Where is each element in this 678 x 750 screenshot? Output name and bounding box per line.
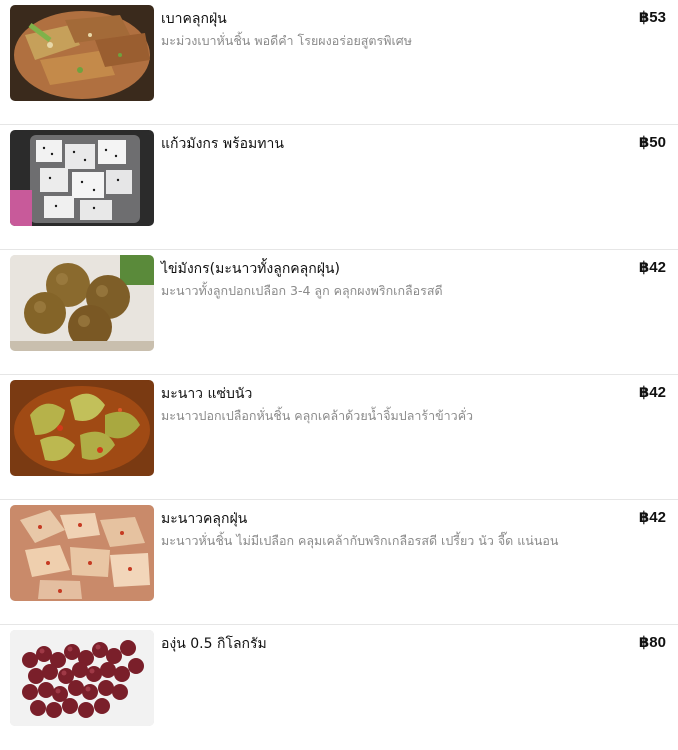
menu-item[interactable]: แก้วมังกร พร้อมทาน ฿50 [0, 125, 678, 250]
item-name: แก้วมังกร พร้อมทาน [161, 136, 284, 152]
menu-item[interactable]: มะนาวคลุกฝุ่น มะนาวหั่นชิ้น ไม่มีเปลือก … [0, 500, 678, 625]
item-name: องุ่น 0.5 กิโลกรัม [161, 636, 267, 652]
dragon-fruit-photo [10, 130, 154, 226]
mango-with-spice-photo [10, 5, 154, 101]
chili-lime-slices-photo [10, 505, 154, 601]
menu-item[interactable]: มะนาว แซ่บนัว มะนาวปอกเปลือกหั่นชิ้น คลุ… [0, 375, 678, 500]
red-grapes-photo [10, 630, 154, 726]
item-name: ไข่มังกร(มะนาวทั้งลูกคลุกฝุ่น) [161, 261, 340, 277]
item-name: มะนาวคลุกฝุ่น [161, 511, 248, 527]
item-price: ฿53 [638, 9, 666, 26]
lime-in-sauce-photo [10, 380, 154, 476]
item-description: มะนาวหั่นชิ้น ไม่มีเปลือก คลุมเคล้ากับพร… [161, 533, 559, 548]
menu-item[interactable]: เบาคลุกฝุ่น มะม่วงเบาหั่นชิ้น พอดีคำ โรย… [0, 0, 678, 125]
item-price: ฿42 [638, 384, 666, 401]
item-price: ฿42 [638, 259, 666, 276]
item-description: มะนาวปอกเปลือกหั่นชิ้น คลุกเคล้าด้วยน้ำจ… [161, 408, 474, 423]
spiced-lime-balls-photo [10, 255, 154, 351]
item-price: ฿50 [638, 134, 666, 151]
menu-item[interactable]: ไข่มังกร(มะนาวทั้งลูกคลุกฝุ่น) มะนาวทั้ง… [0, 250, 678, 375]
item-name: มะนาว แซ่บนัว [161, 386, 253, 402]
item-price: ฿80 [638, 634, 666, 651]
menu-item[interactable]: องุ่น 0.5 กิโลกรัม ฿80 [0, 625, 678, 750]
item-name: เบาคลุกฝุ่น [161, 11, 227, 27]
item-description: มะนาวทั้งลูกปอกเปลือก 3-4 ลูก คลุกผงพริก… [161, 283, 443, 298]
item-price: ฿42 [638, 509, 666, 526]
menu-list: เบาคลุกฝุ่น มะม่วงเบาหั่นชิ้น พอดีคำ โรย… [0, 0, 678, 750]
item-description: มะม่วงเบาหั่นชิ้น พอดีคำ โรยผงอร่อยสูตรพ… [161, 33, 412, 48]
